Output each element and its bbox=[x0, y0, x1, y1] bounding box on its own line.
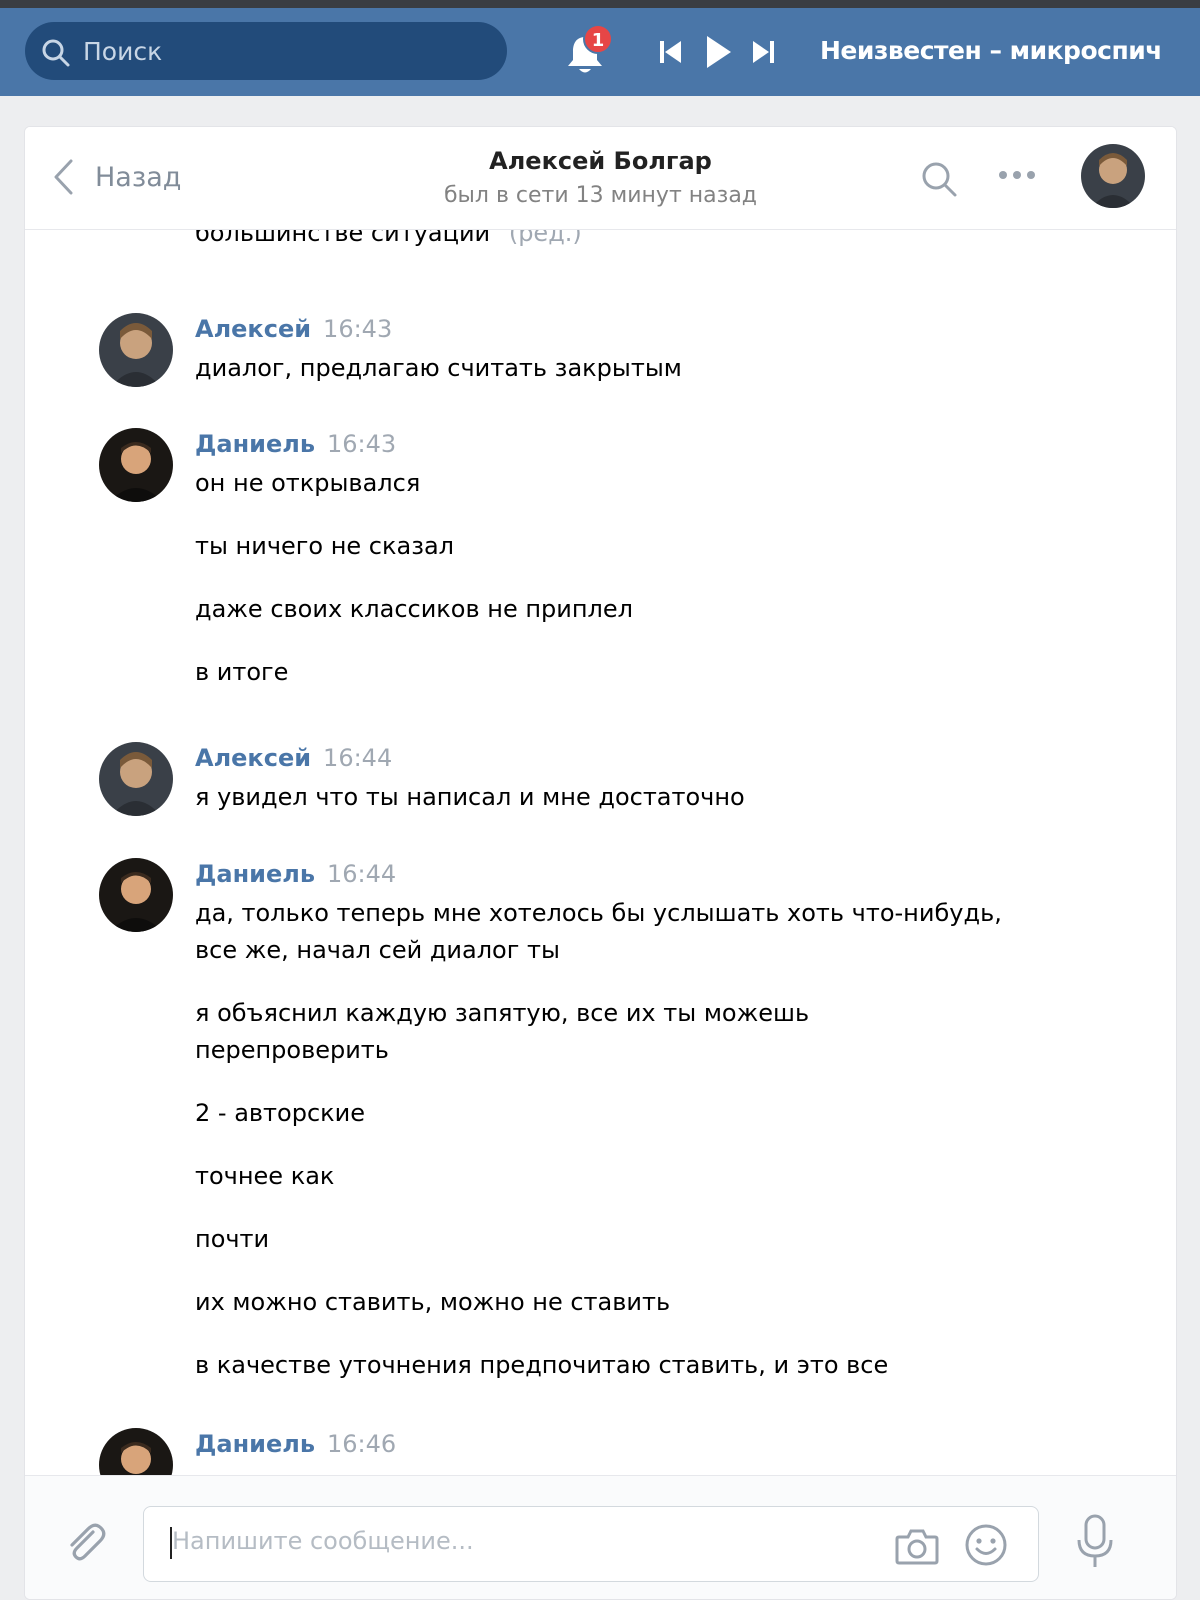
message-text: да, только теперь мне хотелось бы услыша… bbox=[195, 899, 1002, 964]
next-track-icon[interactable] bbox=[752, 40, 774, 64]
message-fragment: большинстве ситуаций" (ред.) bbox=[195, 229, 582, 251]
message-composer: Напишите сообщение... bbox=[25, 1475, 1176, 1599]
message-history[interactable]: большинстве ситуаций" (ред.) Алексей 16:4… bbox=[25, 229, 1176, 1599]
more-icon[interactable] bbox=[995, 163, 1039, 187]
prev-track-icon[interactable] bbox=[660, 40, 682, 64]
window-top-strip bbox=[0, 0, 1200, 8]
message-time: 16:44 bbox=[327, 860, 397, 888]
message-body: он не открывался ты ничего не сказал даж… bbox=[195, 465, 1015, 717]
message-text: в итоге bbox=[195, 658, 289, 686]
message-time: 16:43 bbox=[323, 315, 393, 343]
message-body: да, только теперь мне хотелось бы услыша… bbox=[195, 895, 1015, 1410]
message-time: 16:43 bbox=[327, 430, 397, 458]
fragment-text: большинстве ситуаций" bbox=[195, 229, 502, 247]
avatar[interactable] bbox=[99, 313, 173, 387]
player-track-title[interactable]: Неизвестен – микроспич bbox=[820, 36, 1162, 65]
play-icon[interactable] bbox=[706, 35, 732, 69]
chat-panel: Назад Алексей Болгар был в сети 13 минут… bbox=[24, 126, 1177, 1600]
peer-avatar[interactable] bbox=[1081, 144, 1145, 208]
message-time: 16:46 bbox=[327, 1430, 397, 1458]
chat-header: Назад Алексей Болгар был в сети 13 минут… bbox=[25, 127, 1176, 230]
message-text: их можно ставить, можно не ставить bbox=[195, 1288, 671, 1316]
message-author: Даниель 16:43 bbox=[195, 430, 396, 458]
message-author: Алексей 16:44 bbox=[195, 744, 392, 772]
message-text: даже своих классиков не приплел bbox=[195, 595, 633, 623]
author-name[interactable]: Даниель bbox=[195, 860, 315, 888]
message-input[interactable]: Напишите сообщение... bbox=[143, 1506, 1039, 1582]
message-text: почти bbox=[195, 1225, 270, 1253]
message-text: я объяснил каждую запятую, все их ты мож… bbox=[195, 999, 810, 1064]
avatar[interactable] bbox=[99, 858, 173, 932]
message-text: в качестве уточнения предпочитаю ставить… bbox=[195, 1351, 889, 1379]
message-author: Даниель 16:44 bbox=[195, 860, 396, 888]
avatar[interactable] bbox=[99, 742, 173, 816]
mic-icon[interactable] bbox=[1075, 1514, 1115, 1570]
chat-search-icon[interactable] bbox=[919, 159, 959, 199]
search-input[interactable] bbox=[83, 30, 483, 72]
message-text: он не открывался bbox=[195, 469, 421, 497]
message-author: Даниель 16:46 bbox=[195, 1430, 396, 1458]
message-text: точнее как bbox=[195, 1162, 335, 1190]
message-time: 16:44 bbox=[323, 744, 393, 772]
search-icon bbox=[41, 38, 71, 68]
message-body: диалог, предлагаю считать закрытым bbox=[195, 350, 1015, 413]
message-author: Алексей 16:43 bbox=[195, 315, 392, 343]
message-text: ты ничего не сказал bbox=[195, 532, 455, 560]
message-body: я увидел что ты написал и мне достаточно bbox=[195, 779, 1015, 842]
edited-marker: (ред.) bbox=[508, 229, 582, 247]
avatar[interactable] bbox=[99, 428, 173, 502]
author-name[interactable]: Даниель bbox=[195, 1430, 315, 1458]
top-navigation-bar: 1 Неизвестен – микроспич bbox=[0, 8, 1200, 96]
message-input-placeholder: Напишите сообщение... bbox=[172, 1527, 474, 1555]
paperclip-icon[interactable] bbox=[63, 1520, 109, 1566]
message-text: 2 - авторские bbox=[195, 1099, 365, 1127]
notification-badge: 1 bbox=[583, 24, 613, 54]
author-name[interactable]: Алексей bbox=[195, 315, 311, 343]
message-text: диалог, предлагаю считать закрытым bbox=[195, 354, 682, 382]
camera-icon[interactable] bbox=[894, 1523, 940, 1569]
global-search[interactable] bbox=[25, 22, 507, 80]
smile-icon[interactable] bbox=[964, 1523, 1008, 1567]
author-name[interactable]: Алексей bbox=[195, 744, 311, 772]
author-name[interactable]: Даниель bbox=[195, 430, 315, 458]
message-text: я увидел что ты написал и мне достаточно bbox=[195, 783, 745, 811]
